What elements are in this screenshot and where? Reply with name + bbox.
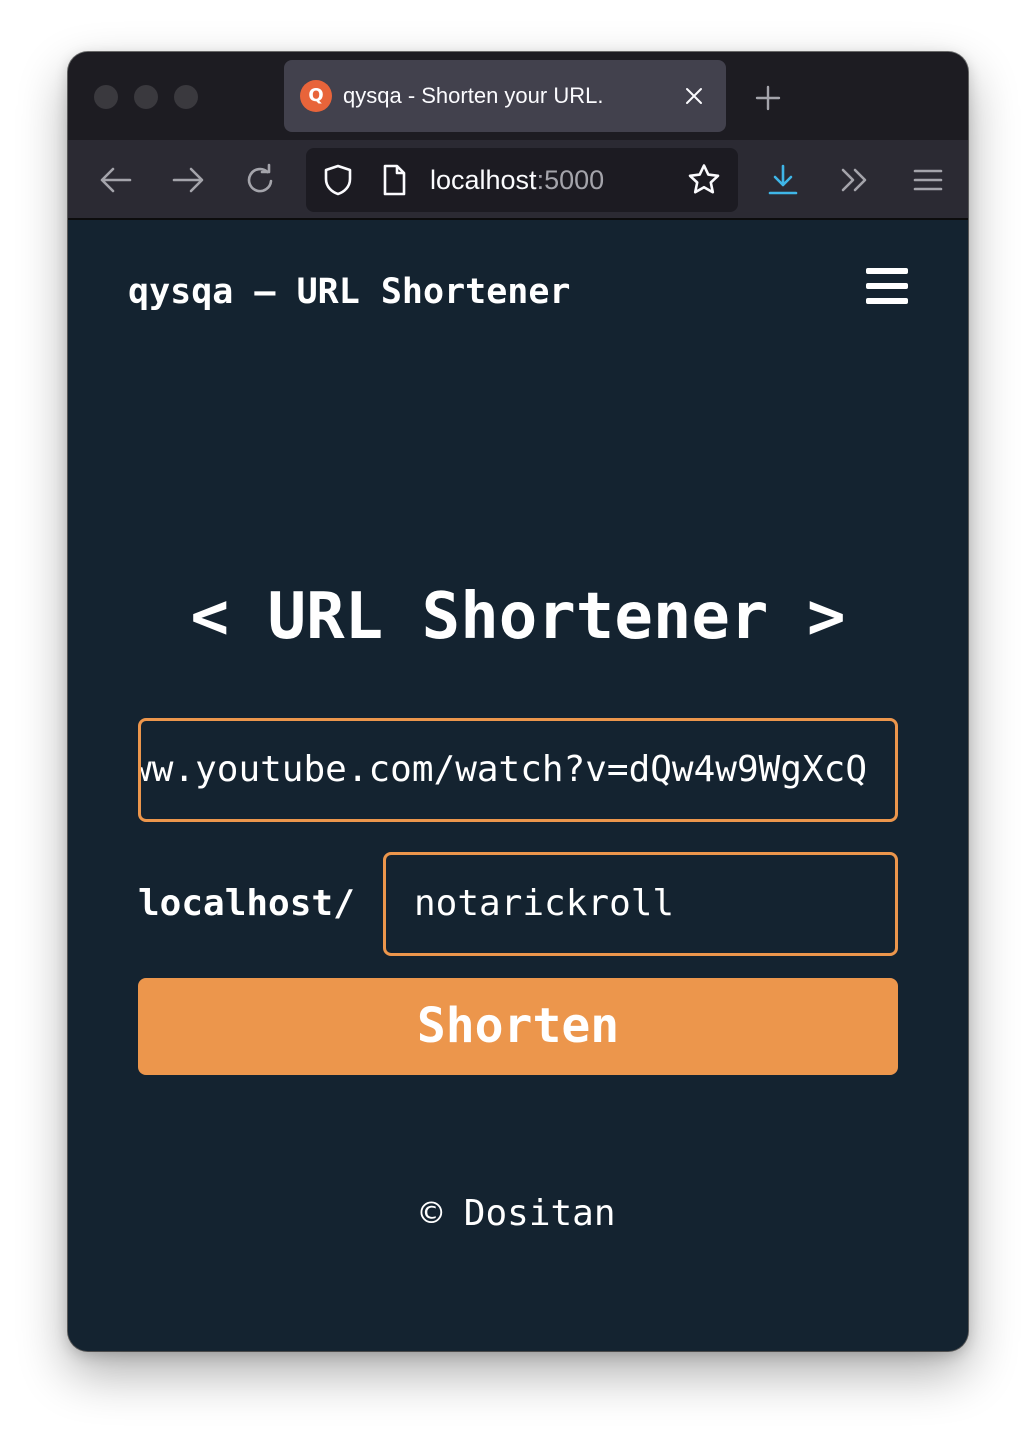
page-icon[interactable] bbox=[376, 162, 412, 198]
menu-icon[interactable] bbox=[910, 162, 946, 198]
site-brand[interactable]: qysqa – URL Shortener bbox=[128, 270, 571, 314]
long-url-value: https://www.youtube.com/watch?v=dQw4w9Wg… bbox=[141, 749, 867, 790]
slug-prefix-label: localhost/ bbox=[138, 883, 355, 924]
download-icon[interactable] bbox=[765, 162, 801, 198]
hamburger-line bbox=[866, 268, 908, 274]
chevron-double-right-icon[interactable] bbox=[837, 162, 873, 198]
back-arrow-icon[interactable] bbox=[98, 162, 134, 198]
shorten-button[interactable]: Shorten bbox=[138, 978, 898, 1075]
window-zoom-control[interactable] bbox=[174, 85, 198, 109]
reload-icon[interactable] bbox=[242, 162, 278, 198]
shield-icon[interactable] bbox=[320, 162, 356, 198]
site-favicon: Q bbox=[300, 80, 332, 112]
url-text: localhost:5000 bbox=[430, 164, 604, 196]
url-host: localhost bbox=[430, 165, 537, 195]
navigation-toolbar: localhost:5000 bbox=[68, 140, 968, 220]
page-content: qysqa – URL Shortener < URL Shortener > … bbox=[68, 222, 968, 1351]
footer-copyright: © Dositan bbox=[420, 1193, 616, 1234]
tab-strip: Q qysqa - Shorten your URL. bbox=[68, 52, 968, 140]
window-close-control[interactable] bbox=[94, 85, 118, 109]
page-title: < URL Shortener > bbox=[190, 580, 846, 654]
custom-slug-input[interactable]: notarickroll bbox=[383, 852, 898, 956]
hamburger-menu-icon[interactable] bbox=[866, 268, 910, 308]
tab-title: qysqa - Shorten your URL. bbox=[343, 83, 604, 108]
long-url-input[interactable]: https://www.youtube.com/watch?v=dQw4w9Wg… bbox=[138, 718, 898, 822]
plus-icon[interactable] bbox=[754, 84, 782, 112]
window-minimize-control[interactable] bbox=[134, 85, 158, 109]
hamburger-line bbox=[866, 283, 908, 289]
browser-window: Q qysqa - Shorten your URL. localhost:50… bbox=[68, 52, 968, 1351]
url-port: :5000 bbox=[536, 165, 605, 195]
forward-arrow-icon[interactable] bbox=[170, 162, 206, 198]
active-tab[interactable]: Q qysqa - Shorten your URL. bbox=[284, 60, 726, 132]
close-icon[interactable] bbox=[682, 84, 706, 108]
star-icon[interactable] bbox=[686, 162, 722, 198]
hamburger-line bbox=[866, 298, 908, 304]
address-bar[interactable]: localhost:5000 bbox=[306, 148, 738, 212]
